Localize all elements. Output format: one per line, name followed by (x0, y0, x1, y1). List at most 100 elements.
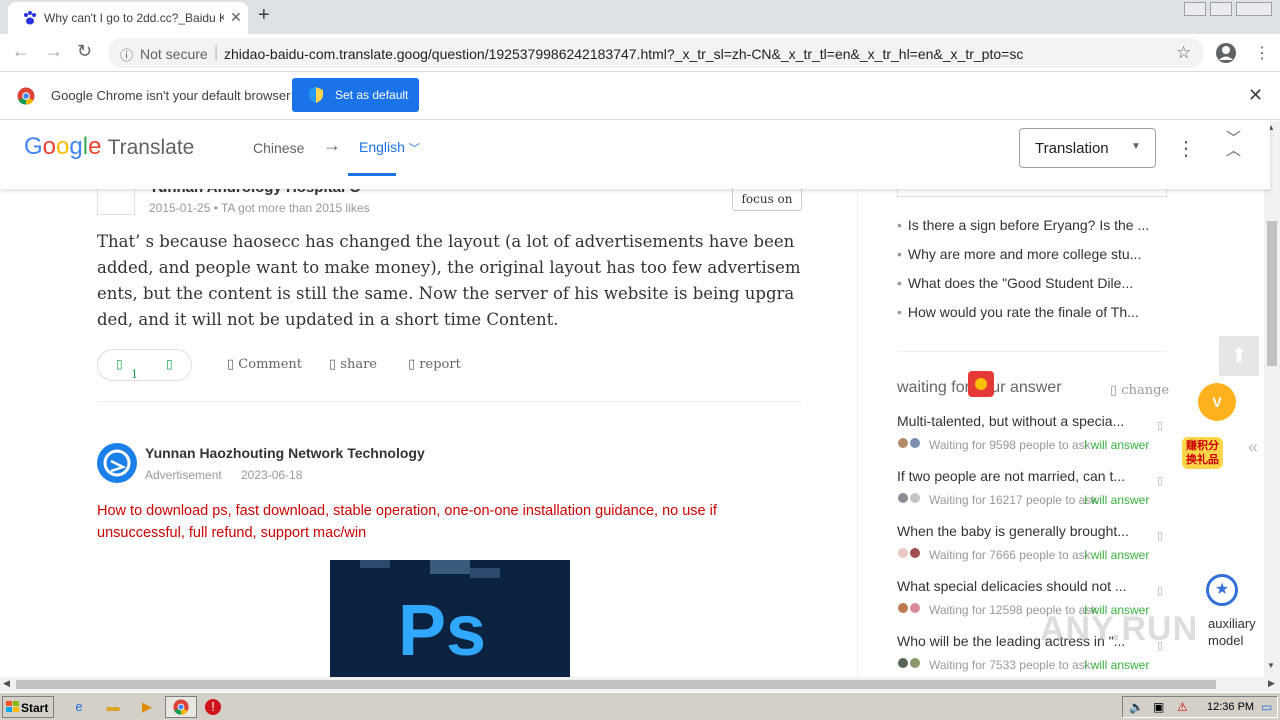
thumbs-down-icon[interactable]: ▯ (166, 357, 173, 371)
related-question[interactable]: • Is there a sign before Eryang? Is the .… (897, 217, 1167, 233)
waiting-question-title[interactable]: When the baby is generally brought... (897, 523, 1147, 539)
flag-icon[interactable]: ▯ (1157, 474, 1163, 487)
like-count: 1 (131, 368, 138, 381)
ad-image-decor (470, 568, 500, 578)
share-label: share (340, 357, 377, 372)
forward-arrow-icon[interactable]: → (45, 41, 63, 62)
vertical-scroll-thumb[interactable] (1267, 221, 1277, 366)
waiting-question-title[interactable]: Multi-talented, but without a specia... (897, 413, 1147, 429)
waiting-question-title[interactable]: What special delicacies should not ... (897, 578, 1147, 594)
new-tab-icon[interactable]: + (258, 4, 270, 27)
horizontal-scrollbar[interactable]: ◀ ▶ (0, 677, 1280, 692)
set-as-default-button[interactable]: Set as default (292, 78, 419, 112)
scroll-down-icon[interactable]: ▼ (1267, 661, 1275, 670)
asker-avatars (898, 438, 920, 448)
waiting-count: Waiting for 7533 people to ask (929, 658, 1091, 672)
media-player-icon[interactable]: ▶ (138, 698, 156, 716)
back-to-top-button[interactable]: ⬆ (1219, 336, 1259, 376)
vertical-scrollbar[interactable]: ▲ ▼ (1264, 121, 1280, 677)
close-window-button[interactable] (1236, 2, 1272, 16)
default-browser-infobar: Google Chrome isn't your default browser… (0, 72, 1280, 120)
scroll-left-icon[interactable]: ◀ (3, 678, 10, 689)
flag-icon[interactable]: ▯ (1157, 529, 1163, 542)
ad-date: 2023-06-18 (241, 468, 303, 482)
reload-icon[interactable]: ↻ (77, 41, 92, 62)
i-will-answer-link[interactable]: I will answer (1084, 548, 1149, 562)
back-arrow-icon[interactable]: ← (12, 41, 30, 62)
change-button[interactable]: ▯ change (1110, 383, 1169, 398)
url-text[interactable]: zhidao-baidu-com.translate.goog/question… (224, 46, 1023, 62)
divider (97, 401, 802, 402)
infobar-message: Google Chrome isn't your default browser (51, 88, 291, 103)
horizontal-scroll-thumb[interactable] (16, 680, 1216, 689)
bullet: • (897, 217, 902, 233)
related-question[interactable]: • Why are more and more college stu... (897, 246, 1167, 262)
share-button[interactable]: ▯ share (329, 357, 377, 372)
flag-icon[interactable]: ▯ (1157, 419, 1163, 432)
asker-avatars (898, 658, 920, 668)
profile-avatar-icon[interactable] (1215, 42, 1237, 64)
network-icon[interactable]: ▣ (1153, 700, 1164, 714)
infobar-close-icon[interactable]: ✕ (1248, 85, 1263, 106)
auxiliary-mode-widget[interactable]: ★ auxiliary model (1196, 561, 1260, 661)
url-separator: | (214, 44, 219, 61)
baidu-paw-icon (24, 11, 36, 25)
promo-line-2: 换礼品 (1186, 454, 1219, 466)
waiting-count: Waiting for 7666 people to ask (929, 548, 1091, 562)
scroll-right-icon[interactable]: ▶ (1268, 678, 1275, 689)
download-icon (103, 449, 131, 477)
google-translate-logo[interactable]: Google Translate (24, 133, 194, 161)
i-will-answer-link[interactable]: I will answer (1084, 493, 1149, 507)
ad-text[interactable]: How to download ps, fast download, stabl… (97, 500, 803, 544)
system-tray: 🔈 ▣ ⚠ 12:36 PM ▭ (1122, 696, 1278, 718)
page-content: Yunnan Andrology Hospital O 2015-01-25 •… (0, 121, 1264, 677)
answer-text: That’ s because haosecc has changed the … (97, 232, 801, 329)
comment-button[interactable]: ▯ Comment (227, 357, 302, 372)
red-envelope-icon[interactable] (968, 371, 994, 397)
security-alert-icon[interactable]: ⚠ (1177, 700, 1188, 714)
bookmark-star-icon[interactable]: ☆ (1176, 43, 1191, 63)
menu-kebab-icon[interactable]: ⋮ (1254, 43, 1270, 63)
info-icon[interactable]: ⓘ (120, 45, 133, 64)
related-question[interactable]: • What does the "Good Student Dile... (897, 275, 1167, 291)
i-will-answer-link[interactable]: I will answer (1084, 658, 1149, 672)
minimize-button[interactable] (1184, 2, 1206, 16)
chrome-logo-icon (173, 699, 189, 715)
alert-app-icon[interactable]: ! (205, 699, 221, 715)
speaker-icon[interactable]: 🔈 (1129, 700, 1144, 714)
internet-explorer-icon[interactable]: e (70, 698, 88, 716)
waiting-question-title[interactable]: If two people are not married, can t... (897, 468, 1147, 484)
chrome-taskbar-button[interactable] (165, 696, 197, 718)
related-question[interactable]: • How would you rate the finale of Th... (897, 304, 1167, 320)
share-icon: ▯ (329, 357, 341, 372)
i-will-answer-link[interactable]: I will answer (1084, 438, 1149, 452)
more-options-icon[interactable]: ⋮ (1176, 136, 1196, 161)
show-desktop-icon[interactable]: ▭ (1261, 700, 1272, 714)
restore-button[interactable] (1210, 2, 1232, 16)
advertiser-logo[interactable] (97, 443, 137, 483)
source-language-tab[interactable]: Chinese (253, 140, 304, 156)
photoshop-ad-image[interactable]: Ps (330, 560, 570, 677)
active-tab-underline (348, 173, 396, 176)
tab-close-icon[interactable]: ✕ (230, 9, 242, 26)
dropdown-caret-icon: ▼ (1131, 141, 1141, 152)
coin-icon (975, 378, 987, 390)
report-button[interactable]: ▯ report (408, 357, 461, 372)
target-language-tab[interactable]: English ﹀ (359, 139, 420, 156)
coin-v-icon: V (1198, 383, 1236, 421)
points-promo-widget[interactable]: V 赚积分 换礼品 (1172, 381, 1248, 477)
taskbar-clock: 12:36 PM (1207, 701, 1255, 713)
address-bar[interactable]: ⓘ Not secure | zhidao-baidu-com.translat… (108, 38, 1204, 68)
flag-icon[interactable]: ▯ (1157, 584, 1163, 597)
browser-tab[interactable]: Why can't I go to 2dd.cc?_Baidu Kno ✕ (8, 2, 248, 34)
folder-icon[interactable]: ▬ (104, 698, 122, 716)
bullet: • (897, 246, 902, 262)
collapse-chevron-icon[interactable]: « (1248, 437, 1258, 458)
collapse-bar-icon[interactable]: ﹀ ︿ (1226, 131, 1241, 158)
translation-mode-select[interactable]: Translation ▼ (1019, 128, 1156, 168)
ad-image-decor (430, 560, 470, 574)
thumbs-up-icon[interactable]: ▯ (116, 357, 123, 371)
start-button[interactable]: Start (2, 696, 54, 718)
advertiser-name[interactable]: Yunnan Haozhouting Network Technology (145, 445, 425, 461)
related-question-text: What does the "Good Student Dile... (907, 275, 1134, 291)
